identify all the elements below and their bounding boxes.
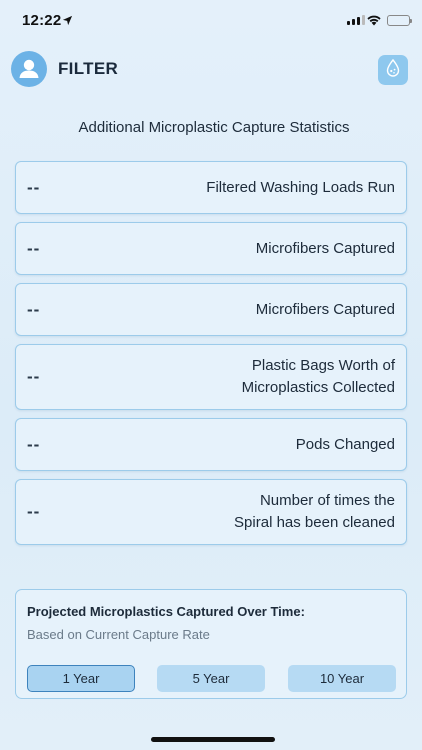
projection-subtitle: Based on Current Capture Rate — [27, 627, 210, 642]
battery-icon — [387, 15, 412, 26]
stat-card-spiral-cleaned: -- Number of times the Spiral has been cl… — [15, 479, 407, 545]
stat-value: -- — [27, 367, 41, 386]
home-indicator — [151, 737, 275, 742]
section-title: Additional Microplastic Capture Statisti… — [78, 119, 350, 136]
stat-card-microfibers-2: -- Microfibers Captured — [15, 283, 407, 336]
stat-label: Microfibers Captured — [255, 300, 395, 318]
stat-label: Microfibers Captured — [255, 239, 395, 257]
stat-value: -- — [27, 502, 41, 521]
wifi-icon — [366, 13, 382, 31]
projection-title: Projected Microplastics Captured Over Ti… — [27, 604, 305, 619]
cellular-signal-icon — [347, 15, 365, 25]
stat-label: Filtered Washing Loads Run — [206, 178, 395, 196]
page-title: FILTER — [58, 59, 119, 78]
location-arrow-icon — [62, 13, 73, 31]
stat-card-plastic-bags: -- Plastic Bags Worth of Microplastics Co… — [15, 344, 407, 410]
stat-label: Number of times the Spiral has been clean… — [234, 492, 395, 531]
stat-card-pods-changed: -- Pods Changed — [15, 418, 407, 471]
projection-panel: Projected Microplastics Captured Over Ti… — [15, 589, 407, 699]
status-bar: 12:22 — [0, 0, 422, 44]
stat-card-microfibers: -- Microfibers Captured — [15, 222, 407, 275]
water-drop-icon — [384, 58, 402, 83]
stat-value: -- — [27, 177, 41, 197]
stat-value: -- — [27, 299, 41, 319]
water-drop-button[interactable] — [378, 55, 408, 85]
user-avatar-icon[interactable] — [11, 51, 47, 87]
stat-value: -- — [27, 434, 41, 454]
five-year-button[interactable]: 5 Year — [157, 665, 265, 692]
one-year-button[interactable]: 1 Year — [27, 665, 135, 692]
ten-year-button[interactable]: 10 Year — [288, 665, 396, 692]
status-time: 12:22 — [22, 12, 62, 29]
stat-card-washing-loads: -- Filtered Washing Loads Run — [15, 161, 407, 214]
stat-label: Plastic Bags Worth of Microplastics Colle… — [241, 357, 395, 396]
stat-label: Pods Changed — [295, 435, 395, 453]
stat-value: -- — [27, 238, 41, 258]
